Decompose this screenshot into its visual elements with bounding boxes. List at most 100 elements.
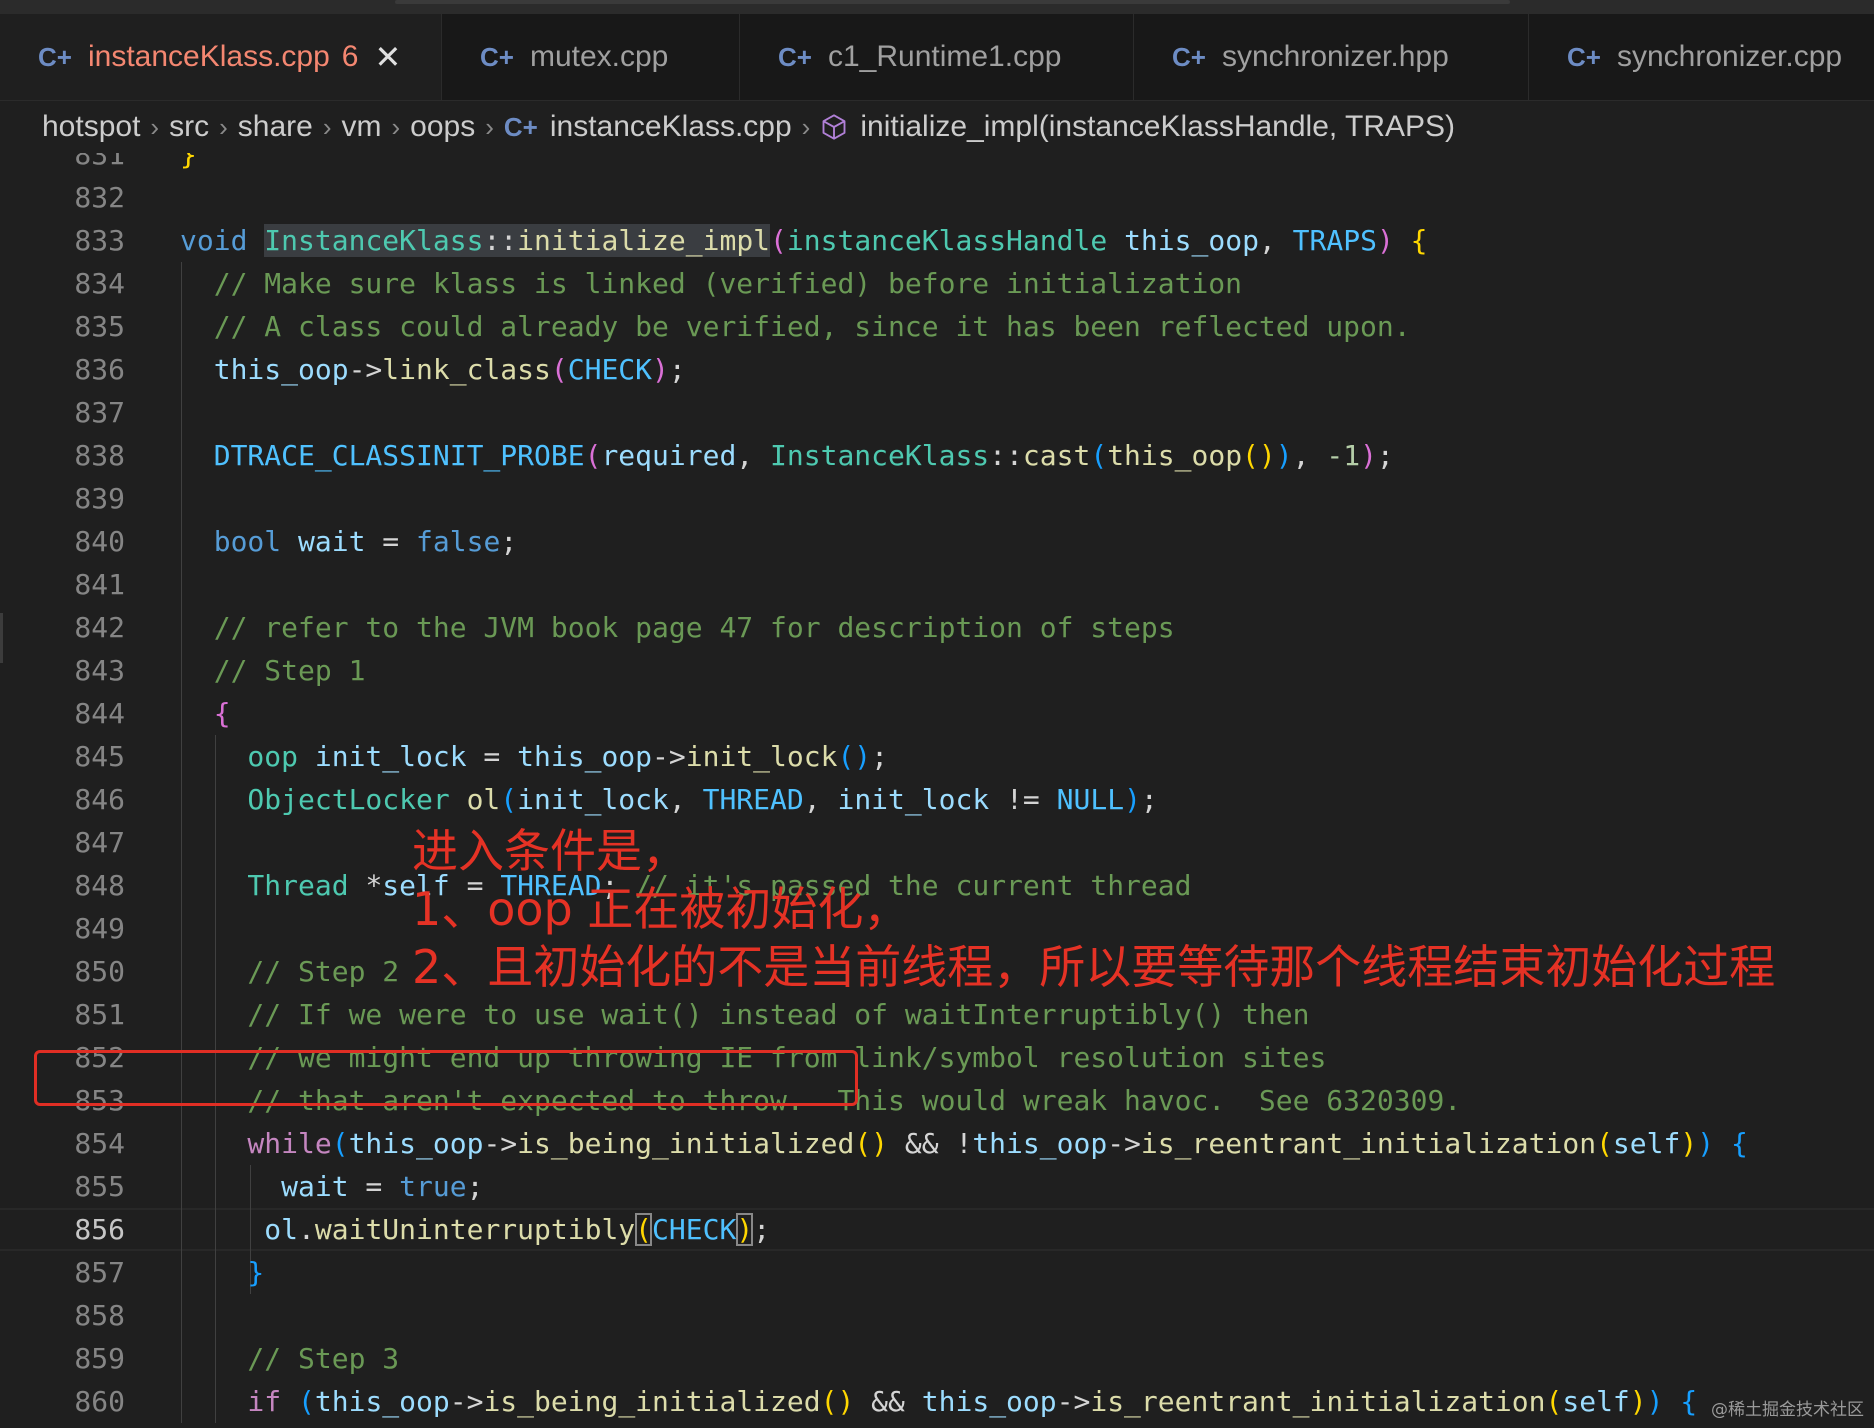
code-token: self <box>1612 1127 1681 1160</box>
code-token: waitUninterruptibly <box>314 1213 636 1246</box>
close-icon[interactable]: ✕ <box>374 38 401 76</box>
code-token: this_oop <box>972 1127 1108 1160</box>
code-line[interactable]: // Step 3 <box>180 1337 399 1380</box>
code-token: ( <box>331 1127 349 1160</box>
line-number: 860 <box>74 1385 125 1418</box>
highlight-box <box>34 1050 858 1106</box>
line-number: 831 <box>74 153 125 171</box>
code-token: () <box>854 1127 889 1160</box>
chevron-right-icon: › <box>391 111 401 142</box>
tab-scrollbar-thumb[interactable] <box>395 0 1510 4</box>
tab-synchronizer-hpp[interactable]: C+ synchronizer.hpp <box>1134 14 1529 100</box>
code-token: ) <box>1680 1127 1698 1160</box>
code-token: // Step 1 <box>180 654 366 687</box>
code-token: if <box>180 1385 299 1418</box>
code-line[interactable]: ol.waitUninterruptibly(CHECK); <box>180 1208 770 1251</box>
chevron-right-icon: › <box>801 111 811 142</box>
tab-mutex-cpp[interactable]: C+ mutex.cpp <box>442 14 740 100</box>
code-line[interactable]: void InstanceKlass::initialize_impl(inst… <box>180 219 1428 262</box>
code-token: , <box>1292 439 1327 472</box>
breadcrumb-item-symbol[interactable]: initialize_impl(instanceKlassHandle, TRA… <box>820 110 1455 144</box>
code-line[interactable]: DTRACE_CLASSINIT_PROBE(required, Instanc… <box>180 434 1394 477</box>
code-token: -> <box>1107 1127 1141 1160</box>
line-number: 851 <box>74 998 125 1031</box>
breadcrumb-item-file[interactable]: C+ instanceKlass.cpp <box>504 110 792 144</box>
cpp-file-icon: C+ <box>38 41 72 72</box>
code-token: , <box>736 439 771 472</box>
code-token: ; <box>753 1213 771 1246</box>
code-token: ; <box>466 1170 484 1203</box>
tab-label: mutex.cpp <box>529 40 669 73</box>
code-token: ol <box>180 1213 299 1246</box>
code-token: { <box>1410 224 1428 257</box>
line-number: 855 <box>74 1170 125 1203</box>
code-line[interactable]: } <box>180 153 197 176</box>
code-line[interactable]: { <box>180 692 231 735</box>
code-token: void <box>180 224 265 257</box>
code-token: init_lock <box>837 783 990 816</box>
line-number: 845 <box>74 740 125 773</box>
tab-synchronizer-cpp[interactable]: C+ synchronizer.cpp <box>1529 14 1874 100</box>
code-line[interactable]: // Make sure klass is linked (verified) … <box>180 262 1242 305</box>
breadcrumb: hotspot › src › share › vm › oops › C+ i… <box>0 101 1874 153</box>
code-token: ( <box>770 224 787 257</box>
code-token: is_being_initialized <box>483 1385 821 1418</box>
code-token: ) <box>1646 1385 1681 1418</box>
tab-c1-runtime1-cpp[interactable]: C+ c1_Runtime1.cpp <box>740 14 1134 100</box>
line-number: 834 <box>74 267 125 300</box>
code-token: ( <box>635 1213 653 1246</box>
breadcrumb-item-hotspot[interactable]: hotspot <box>42 110 140 144</box>
chevron-right-icon: › <box>322 111 332 142</box>
code-token: ) <box>652 353 669 386</box>
code-token: :: <box>989 439 1023 472</box>
code-token: self <box>1562 1385 1630 1418</box>
code-token: instanceKlassHandle <box>786 224 1125 257</box>
line-number: 837 <box>74 396 125 429</box>
breadcrumb-item-src[interactable]: src <box>169 110 209 144</box>
code-token: -> <box>483 1127 518 1160</box>
code-token: wait <box>298 525 366 558</box>
code-line[interactable]: // Step 2 <box>180 950 399 993</box>
code-line[interactable]: // Step 1 <box>180 649 366 692</box>
code-line[interactable]: if (this_oop->is_being_initialized() && … <box>180 1380 1697 1423</box>
code-token: = <box>348 1170 400 1203</box>
code-line[interactable]: // A class could already be verified, si… <box>180 305 1411 348</box>
code-token: { <box>1680 1385 1698 1418</box>
code-token: THREAD <box>702 783 804 816</box>
code-token: -> <box>1056 1385 1091 1418</box>
code-line[interactable]: wait = true; <box>180 1165 483 1208</box>
breadcrumb-item-share[interactable]: share <box>238 110 313 144</box>
code-token: = <box>365 525 417 558</box>
code-token: ) <box>1360 439 1377 472</box>
code-token: -> <box>348 353 383 386</box>
breadcrumb-file-label: instanceKlass.cpp <box>549 110 792 143</box>
code-editor[interactable]: 831} 832 833 void InstanceKlass::initialize… <box>0 153 1874 1428</box>
code-line[interactable]: } <box>180 1251 264 1294</box>
line-number: 856 <box>74 1213 125 1246</box>
code-line[interactable]: this_oop->link_class(CHECK); <box>180 348 686 391</box>
code-token: * <box>365 869 383 902</box>
code-line[interactable]: oop init_lock = this_oop->init_lock(); <box>180 735 888 778</box>
code-token: CHECK <box>567 353 653 386</box>
code-token: ; <box>1140 783 1158 816</box>
code-token: ( <box>1596 1127 1613 1160</box>
code-line[interactable]: // refer to the JVM book page 47 for des… <box>180 606 1175 649</box>
breadcrumb-item-vm[interactable]: vm <box>341 110 381 144</box>
code-token: { <box>1730 1127 1748 1160</box>
code-line[interactable]: bool wait = false; <box>180 520 517 563</box>
line-number: 833 <box>74 224 125 257</box>
watermark: @稀土掘金技术社区 <box>1711 1400 1864 1420</box>
breadcrumb-item-oops[interactable]: oops <box>410 110 475 144</box>
code-token: ) <box>1275 439 1293 472</box>
line-number: 842 <box>74 611 125 644</box>
code-token: () <box>820 1385 855 1418</box>
chevron-right-icon: › <box>219 111 228 142</box>
tab-instanceklass-cpp[interactable]: C+ instanceKlass.cpp 6 ✕ <box>0 14 442 100</box>
code-line[interactable]: // If we were to use wait() instead of w… <box>180 993 1309 1036</box>
annotation-line-2: 1、oop 正在被初始化， <box>412 882 910 936</box>
code-line[interactable]: while(this_oop->is_being_initialized() &… <box>180 1122 1748 1165</box>
tab-label: instanceKlass.cpp <box>87 40 330 73</box>
code-token: InstanceKlass <box>264 224 484 257</box>
code-token: true <box>399 1170 467 1203</box>
code-token: bool <box>180 525 299 558</box>
